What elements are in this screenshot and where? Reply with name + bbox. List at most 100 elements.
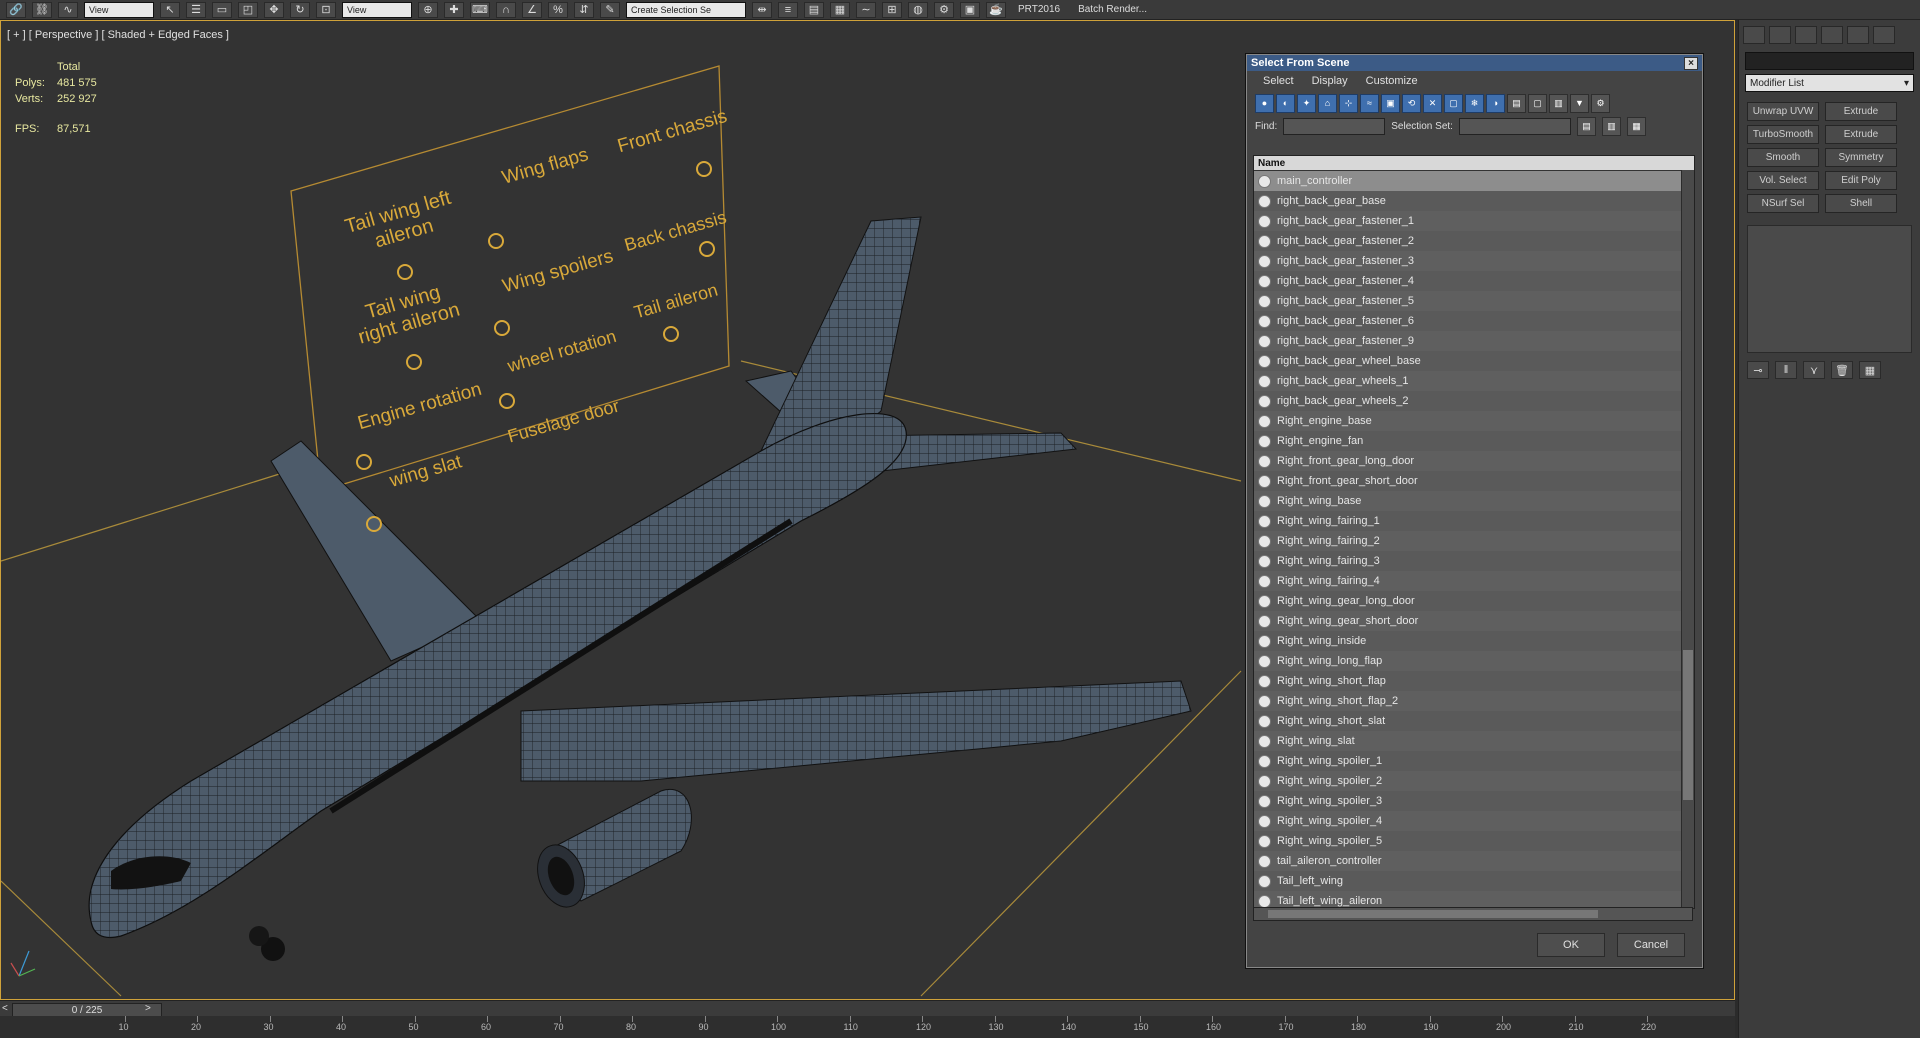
render-icon[interactable]: ☕ [986, 1, 1006, 18]
slider-handle[interactable] [696, 161, 712, 177]
make-unique-icon[interactable]: ⋎ [1803, 361, 1825, 379]
list-item[interactable]: right_back_gear_wheels_2 [1254, 391, 1694, 411]
list-item[interactable]: Right_wing_fairing_4 [1254, 571, 1694, 591]
load-set-icon[interactable]: ▥ [1601, 116, 1621, 136]
pin-stack-icon[interactable]: ⊸ [1747, 361, 1769, 379]
list-item[interactable]: Right_wing_spoiler_5 [1254, 831, 1694, 851]
list-item[interactable]: Right_wing_spoiler_2 [1254, 771, 1694, 791]
menu-customize[interactable]: Customize [1366, 75, 1418, 87]
vol-select-button[interactable]: Vol. Select [1747, 171, 1819, 190]
display-helpers-icon[interactable]: ⊹ [1339, 93, 1358, 113]
slider-handle[interactable] [356, 454, 372, 470]
shell-button[interactable]: Shell [1825, 194, 1897, 213]
unwrap-uvw-button[interactable]: Unwrap UVW [1747, 102, 1819, 121]
list-item[interactable]: right_back_gear_fastener_2 [1254, 231, 1694, 251]
list-item[interactable]: right_back_gear_base [1254, 191, 1694, 211]
list-item[interactable]: right_back_gear_fastener_5 [1254, 291, 1694, 311]
prev-frame-icon[interactable]: < [2, 1003, 8, 1014]
slider-handle[interactable] [406, 354, 422, 370]
slider-handle[interactable] [699, 241, 715, 257]
list-item[interactable]: Right_wing_spoiler_1 [1254, 751, 1694, 771]
percent-snap-icon[interactable]: % [548, 1, 568, 18]
list-item[interactable]: Right_wing_base [1254, 491, 1694, 511]
next-frame-icon[interactable]: > [145, 1003, 151, 1014]
mirror-icon[interactable]: ⇹ [752, 1, 772, 18]
vertical-scrollbar[interactable] [1681, 170, 1694, 908]
curve-editor-icon[interactable]: ∼ [856, 1, 876, 18]
link-icon[interactable]: 🔗 [6, 1, 26, 18]
keyboard-shortcut-icon[interactable]: ⌨ [470, 1, 490, 18]
list-item[interactable]: right_back_gear_fastener_6 [1254, 311, 1694, 331]
display-bones-icon[interactable]: ✕ [1423, 93, 1442, 113]
object-list[interactable]: Name main_controller right_back_gear_base… [1253, 155, 1695, 909]
nsurf-sel-button[interactable]: NSurf Sel [1747, 194, 1819, 213]
ok-button[interactable]: OK [1537, 933, 1605, 957]
create-tab-icon[interactable] [1743, 26, 1765, 44]
configure-sets-icon[interactable]: ▦ [1859, 361, 1881, 379]
horizontal-scrollbar[interactable] [1253, 907, 1693, 921]
prt-tab[interactable]: PRT2016 [1012, 2, 1066, 18]
list-item[interactable]: Right_wing_gear_short_door [1254, 611, 1694, 631]
modifier-list-dropdown[interactable]: Modifier List ▾ [1745, 74, 1914, 92]
time-slider[interactable]: 0 / 225 [12, 1003, 162, 1017]
slider-handle[interactable] [397, 264, 413, 280]
list-item[interactable]: Right_wing_inside [1254, 631, 1694, 651]
list-item[interactable]: tail_aileron_controller [1254, 851, 1694, 871]
render-frame-icon[interactable]: ▣ [960, 1, 980, 18]
display-cameras-icon[interactable]: ⌂ [1318, 93, 1337, 113]
close-icon[interactable]: × [1684, 56, 1698, 70]
list-item[interactable]: Right_front_gear_long_door [1254, 451, 1694, 471]
column-header-name[interactable]: Name [1254, 156, 1694, 171]
turbosmooth-button[interactable]: TurboSmooth [1747, 125, 1819, 144]
menu-select[interactable]: Select [1263, 75, 1294, 87]
display-lights-icon[interactable]: ✦ [1297, 93, 1316, 113]
smooth-button[interactable]: Smooth [1747, 148, 1819, 167]
bind-icon[interactable]: ∿ [58, 1, 78, 18]
pivot-icon[interactable]: ⊕ [418, 1, 438, 18]
layer-icon[interactable]: ▤ [804, 1, 824, 18]
edit-named-selection-icon[interactable]: ✎ [600, 1, 620, 18]
list-item[interactable]: Right_wing_short_flap_2 [1254, 691, 1694, 711]
save-set-icon[interactable]: ▤ [1576, 116, 1596, 136]
display-containers-icon[interactable]: ▢ [1444, 93, 1463, 113]
batch-render-tab[interactable]: Batch Render... [1072, 2, 1153, 18]
slider-handle[interactable] [488, 233, 504, 249]
select-object-icon[interactable]: ↖ [160, 1, 180, 18]
render-setup-icon[interactable]: ⚙ [934, 1, 954, 18]
material-editor-icon[interactable]: ◍ [908, 1, 928, 18]
list-item[interactable]: right_back_gear_fastener_3 [1254, 251, 1694, 271]
window-crossing-icon[interactable]: ◰ [238, 1, 258, 18]
show-end-result-icon[interactable]: ‖ [1775, 361, 1797, 379]
schematic-icon[interactable]: ⊞ [882, 1, 902, 18]
list-item[interactable]: Right_wing_fairing_3 [1254, 551, 1694, 571]
list-item[interactable]: Right_wing_spoiler_3 [1254, 791, 1694, 811]
slider-handle[interactable] [663, 326, 679, 342]
symmetry-button[interactable]: Symmetry [1825, 148, 1897, 167]
list-item[interactable]: Right_wing_fairing_2 [1254, 531, 1694, 551]
list-item[interactable]: Right_wing_long_flap [1254, 651, 1694, 671]
display-groups-icon[interactable]: ▣ [1381, 93, 1400, 113]
named-selection-dropdown[interactable]: Create Selection Se [626, 1, 746, 18]
view-dropdown[interactable]: View [84, 1, 154, 18]
utilities-tab-icon[interactable] [1873, 26, 1895, 44]
slider-handle[interactable] [494, 320, 510, 336]
list-item[interactable]: Right_engine_fan [1254, 431, 1694, 451]
object-name-field[interactable] [1745, 52, 1914, 70]
list-item[interactable]: Right_wing_slat [1254, 731, 1694, 751]
display-none-icon[interactable]: ▢ [1528, 93, 1547, 113]
display-all-icon[interactable]: ▤ [1507, 93, 1526, 113]
list-item[interactable]: Right_wing_fairing_1 [1254, 511, 1694, 531]
filter-settings-icon[interactable]: ⚙ [1591, 93, 1610, 113]
graphite-icon[interactable]: ▦ [830, 1, 850, 18]
modify-tab-icon[interactable] [1769, 26, 1791, 44]
spinner-snap-icon[interactable]: ⇵ [574, 1, 594, 18]
scroll-thumb[interactable] [1268, 910, 1598, 918]
select-by-name-icon[interactable]: ☰ [186, 1, 206, 18]
list-item[interactable]: Right_wing_short_flap [1254, 671, 1694, 691]
display-frozen-icon[interactable]: ❄ [1465, 93, 1484, 113]
list-item[interactable]: Right_wing_gear_long_door [1254, 591, 1694, 611]
filter-icon[interactable]: ▼ [1570, 93, 1589, 113]
rotate-icon[interactable]: ↻ [290, 1, 310, 18]
display-shapes-icon[interactable]: ◐ [1276, 93, 1295, 113]
find-input[interactable] [1283, 117, 1386, 135]
